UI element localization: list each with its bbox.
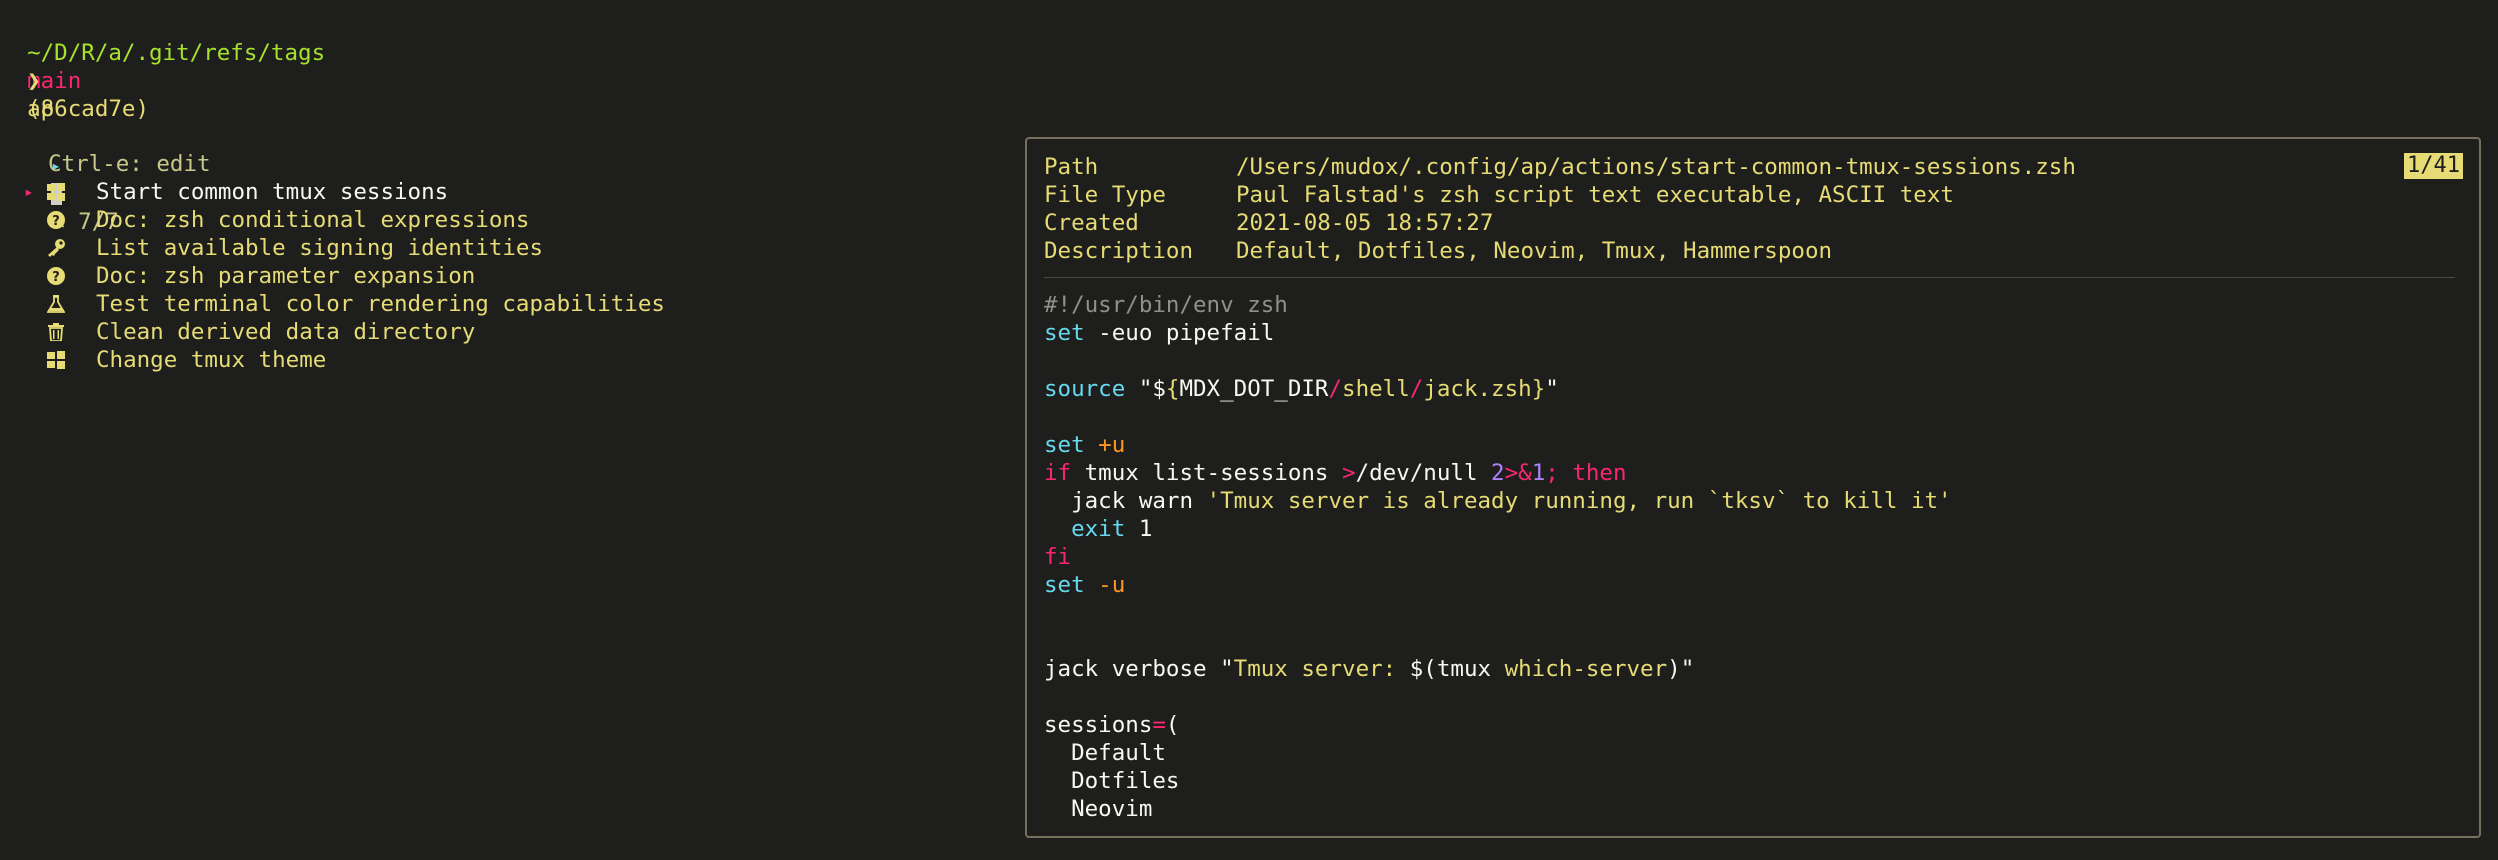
question-circle-icon: ? — [46, 266, 66, 286]
meta-key-path: Path — [1044, 154, 1099, 180]
list-item[interactable]: ? Doc: zsh conditional expressions — [0, 206, 1000, 234]
list-item[interactable]: Change tmux theme — [0, 346, 1000, 374]
code-line-verbose: jack verbose "Tmux server: $(tmux which-… — [1044, 656, 1695, 682]
picker-hint: Ctrl-e: edit — [48, 151, 211, 177]
windows-icon — [46, 350, 66, 370]
meta-key-description: Description — [1044, 238, 1194, 264]
code-line-fi: fi — [1044, 544, 1072, 570]
preview-divider — [1044, 277, 2455, 278]
code-line-set: set -euo pipefail — [1044, 320, 1275, 346]
list-item-label: Doc: zsh conditional expressions — [96, 207, 530, 233]
meta-key-created: Created — [1044, 210, 1139, 236]
code-line-sessions: sessions=( — [1044, 712, 1180, 738]
code-line-session-neovim: Neovim — [1044, 796, 1153, 822]
meta-value-file-type: Paul Falstad's zsh script text executabl… — [1236, 182, 1954, 208]
list-item[interactable]: ? Doc: zsh parameter expansion — [0, 262, 1000, 290]
list-item[interactable]: List available signing identities — [0, 234, 1000, 262]
flask-icon — [46, 294, 66, 314]
preview-pane[interactable]: 1/41 Path /Users/mudox/.config/ap/action… — [1025, 137, 2481, 838]
question-circle-icon: ? — [46, 210, 66, 230]
code-line-source: source "${MDX_DOT_DIR/shell/jack.zsh}" — [1044, 376, 1559, 402]
prompt-chevron-icon: ❯ — [27, 68, 41, 94]
code-line-session-dotfiles: Dotfiles — [1044, 768, 1180, 794]
code-line-set-minus-u: set -u — [1044, 572, 1126, 598]
code-line-set-plus-u: set +u — [1044, 432, 1126, 458]
list-item[interactable]: ▸ Start common tmux sessions — [0, 178, 1000, 206]
meta-value-description: Default, Dotfiles, Neovim, Tmux, Hammers… — [1236, 238, 1833, 264]
prompt-path: ~/D/R/a/.git/refs/tags — [27, 40, 326, 66]
code-line-if: if tmux list-sessions >/dev/null 2>&1; t… — [1044, 460, 1627, 486]
svg-text:?: ? — [52, 214, 60, 229]
list-item[interactable]: Test terminal color rendering capabiliti… — [0, 290, 1000, 318]
key-icon — [46, 238, 66, 258]
trash-icon — [46, 322, 66, 342]
code-line-session-default: Default — [1044, 740, 1166, 766]
list-item-label: Change tmux theme — [96, 347, 327, 373]
list-item-label: Test terminal color rendering capabiliti… — [96, 291, 665, 317]
list-item[interactable]: Clean derived data directory — [0, 318, 1000, 346]
command-line: ❯ ap — [0, 39, 54, 123]
list-item-label: Doc: zsh parameter expansion — [96, 263, 476, 289]
selection-marker-icon: ▸ — [24, 182, 34, 201]
meta-value-path: /Users/mudox/.config/ap/actions/start-co… — [1236, 154, 2076, 180]
list-item-label: Start common tmux sessions — [96, 179, 449, 205]
code-line-warn: jack warn 'Tmux server is already runnin… — [1044, 488, 1952, 514]
meta-key-file-type: File Type — [1044, 182, 1166, 208]
scroll-position-badge: 1/41 — [2404, 153, 2463, 179]
picker-list: ▸ Start common tmux sessions ? Doc: zsh … — [0, 178, 1000, 378]
svg-text:?: ? — [52, 270, 60, 285]
list-item-label: Clean derived data directory — [96, 319, 476, 345]
list-item-label: List available signing identities — [96, 235, 544, 261]
meta-value-created: 2021-08-05 18:57:27 — [1236, 210, 1494, 236]
windows-icon — [46, 182, 66, 202]
code-line-exit: exit 1 — [1071, 516, 1153, 542]
typed-command: ap — [27, 96, 55, 122]
code-shebang: #!/usr/bin/env zsh — [1044, 292, 1288, 318]
